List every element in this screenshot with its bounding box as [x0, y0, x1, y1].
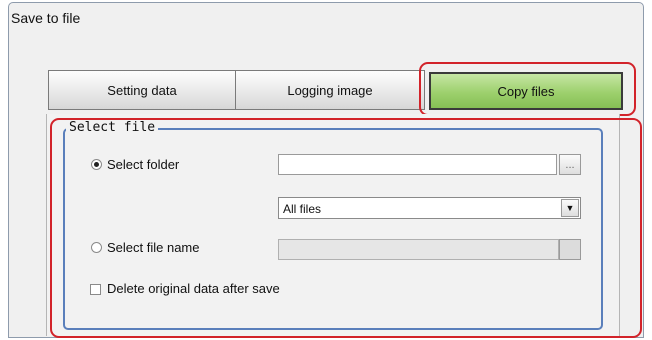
folder-path-field[interactable]: [278, 154, 557, 175]
tab-logging-image-label: Logging image: [287, 82, 373, 98]
browse-folder-button[interactable]: ...: [559, 154, 581, 175]
tab-setting-data-label: Setting data: [107, 82, 177, 98]
select-file-name-radio[interactable]: [91, 242, 102, 253]
select-file-name-label: Select file name: [107, 240, 200, 255]
tab-setting-data[interactable]: Setting data: [48, 70, 236, 110]
tab-copy-files-label: Copy files: [497, 83, 555, 99]
delete-original-label: Delete original data after save: [107, 281, 280, 296]
browse-folder-button-label: ...: [565, 158, 575, 171]
browse-file-button[interactable]: [559, 239, 581, 260]
file-name-field[interactable]: [278, 239, 559, 260]
tab-copy-files[interactable]: Copy files: [429, 72, 623, 110]
dropdown-arrow-icon: ▼: [561, 199, 579, 217]
select-file-legend: Select file: [66, 120, 159, 135]
select-folder-label: Select folder: [107, 157, 180, 172]
file-filter-dropdown[interactable]: All files ▼: [278, 197, 581, 219]
file-filter-selected-value: All files: [283, 202, 322, 216]
select-folder-radio[interactable]: [91, 159, 102, 170]
dialog-title: Save to file: [11, 10, 81, 26]
delete-original-checkbox[interactable]: [90, 284, 101, 295]
tab-logging-image[interactable]: Logging image: [235, 70, 425, 110]
